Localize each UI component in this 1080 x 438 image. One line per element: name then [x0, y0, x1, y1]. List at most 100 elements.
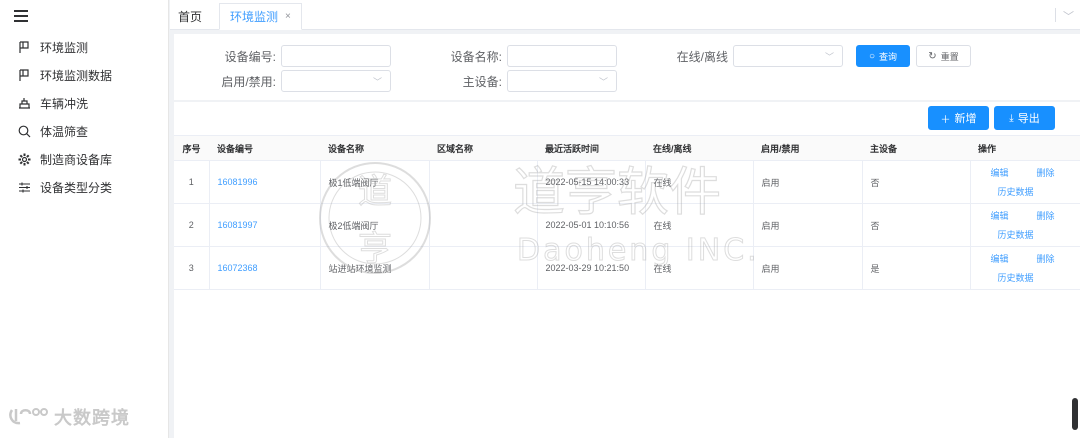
- gear-icon: [17, 152, 31, 166]
- device-no-input[interactable]: [281, 45, 391, 67]
- table-row: 3 16072368 站进站环境监测 2022-03-29 10:21:50 在…: [174, 246, 1080, 290]
- menu-toggle-icon[interactable]: [14, 10, 28, 24]
- cell-ops: 编辑 删除 历史数据: [970, 203, 1080, 247]
- column-header: 启用/禁用: [753, 135, 862, 161]
- enable-field: 启用/禁用: ﹀: [218, 70, 391, 92]
- chevron-down-icon[interactable]: ﹀: [1063, 8, 1074, 24]
- cell-area: [429, 203, 538, 247]
- divider: [1055, 8, 1056, 22]
- chevron-down-icon: ﹀: [372, 77, 382, 87]
- cell-ops: 编辑 删除 历史数据: [970, 246, 1080, 290]
- sidebar-item-env-monitor-data[interactable]: 环境监测数据: [0, 61, 168, 89]
- cell-index: 1: [174, 160, 210, 204]
- cell-enabled: 启用: [753, 203, 863, 247]
- device-name-label: 设备名称:: [450, 49, 502, 64]
- device-no-field: 设备编号:: [224, 45, 391, 67]
- device-name-field: 设备名称:: [450, 45, 617, 67]
- export-button[interactable]: ⤓ 导出: [994, 106, 1055, 130]
- column-header: 最近活跃时间: [537, 135, 645, 161]
- query-button[interactable]: ○ 查询: [856, 45, 910, 67]
- cell-device-name: 极2低端阀厅: [320, 203, 430, 247]
- sidebar-item-label: 车辆冲洗: [40, 96, 89, 111]
- history-link[interactable]: 历史数据: [998, 185, 1034, 198]
- cell-online: 在线: [645, 160, 754, 204]
- add-button[interactable]: ＋新增: [928, 106, 989, 130]
- brand-icon: [9, 408, 48, 425]
- cell-index: 2: [174, 203, 210, 247]
- sidebar-item-label: 设备类型分类: [40, 180, 113, 195]
- table-row: 1 16081996 极1低端阀厅 2022-05-15 14:00:33 在线…: [174, 160, 1080, 204]
- cell-area: [429, 160, 538, 204]
- sidebar-item-temp-screen[interactable]: 体温筛查: [0, 117, 168, 145]
- flag-icon: [17, 68, 31, 82]
- column-header: 设备名称: [320, 135, 429, 161]
- column-header: 序号: [174, 135, 209, 161]
- cell-area: [429, 246, 538, 290]
- chevron-down-icon: ﹀: [824, 52, 834, 62]
- cell-device-no-link[interactable]: 16081996: [209, 160, 321, 204]
- tab-label: 首页: [178, 9, 203, 24]
- add-button-label: 新增: [954, 113, 977, 125]
- cell-ops: 编辑 删除 历史数据: [970, 160, 1080, 204]
- sliders-icon: [17, 180, 31, 194]
- edit-link[interactable]: 编辑: [991, 166, 1009, 179]
- online-label: 在线/离线: [676, 49, 728, 64]
- sidebar-item-vehicle-wash[interactable]: 车辆冲洗: [0, 89, 168, 117]
- cell-last-active: 2022-05-01 10:10:56: [537, 203, 646, 247]
- search-icon: ○: [868, 50, 876, 62]
- download-icon: ⤓: [1009, 112, 1014, 124]
- tab-label: 环境监测: [230, 10, 279, 24]
- cell-online: 在线: [645, 246, 754, 290]
- history-link[interactable]: 历史数据: [998, 228, 1034, 241]
- sidebar: 环境监测 环境监测数据 车辆冲洗 体温筛查 制造商设备库 设备类型分类 大数跨境: [0, 0, 169, 438]
- query-button-label: 查询: [879, 51, 898, 62]
- reset-button[interactable]: ↻ 重置: [916, 45, 971, 67]
- sidebar-item-label: 环境监测数据: [40, 68, 113, 83]
- brand-logo: 大数跨境: [8, 404, 130, 430]
- column-header: 主设备: [862, 135, 970, 161]
- enable-select[interactable]: ﹀: [281, 70, 391, 92]
- table-row: 2 16081997 极2低端阀厅 2022-05-01 10:10:56 在线…: [174, 203, 1080, 247]
- cell-online: 在线: [645, 203, 754, 247]
- sidebar-item-device-type[interactable]: 设备类型分类: [0, 173, 168, 201]
- brand-name: 大数跨境: [54, 408, 130, 428]
- column-header: 区域名称: [429, 135, 537, 161]
- delete-link[interactable]: 删除: [1037, 209, 1055, 222]
- delete-link[interactable]: 删除: [1037, 252, 1055, 265]
- search-icon: [17, 124, 31, 138]
- sidebar-item-label: 制造商设备库: [40, 152, 113, 167]
- cell-device-no-link[interactable]: 16072368: [209, 246, 321, 290]
- edit-link[interactable]: 编辑: [991, 252, 1009, 265]
- delete-link[interactable]: 删除: [1037, 166, 1055, 179]
- cell-enabled: 启用: [753, 160, 863, 204]
- scrollbar-thumb[interactable]: [1072, 398, 1078, 430]
- refresh-icon: ↻: [928, 50, 937, 62]
- edit-link[interactable]: 编辑: [991, 209, 1009, 222]
- close-icon[interactable]: ×: [285, 11, 291, 22]
- cell-last-active: 2022-05-15 14:00:33: [537, 160, 646, 204]
- device-name-input[interactable]: [507, 45, 617, 67]
- table-header: 序号 设备编号 设备名称 区域名称 最近活跃时间 在线/离线 启用/禁用 主设备…: [174, 135, 1080, 161]
- cell-index: 3: [174, 246, 210, 290]
- master-select[interactable]: ﹀: [507, 70, 617, 92]
- sidebar-item-manufacturer-lib[interactable]: 制造商设备库: [0, 145, 168, 173]
- cell-master: 是: [862, 246, 971, 290]
- search-form: 设备编号: 设备名称: 在线/离线 ﹀ ○ 查询 ↻ 重置 启用/禁用: ﹀ 主设备…: [174, 34, 1080, 100]
- column-header: 设备编号: [209, 135, 320, 161]
- device-table: 序号 设备编号 设备名称 区域名称 最近活跃时间 在线/离线 启用/禁用 主设备…: [174, 135, 1080, 290]
- cell-last-active: 2022-03-29 10:21:50: [537, 246, 646, 290]
- sidebar-item-env-monitor[interactable]: 环境监测: [0, 33, 168, 61]
- cell-device-name: 极1低端阀厅: [320, 160, 430, 204]
- cell-device-name: 站进站环境监测: [320, 246, 430, 290]
- chevron-down-icon: ﹀: [598, 77, 608, 87]
- history-link[interactable]: 历史数据: [998, 271, 1034, 284]
- sidebar-item-label: 环境监测: [40, 40, 89, 55]
- washer-icon: [17, 96, 31, 110]
- cell-device-no-link[interactable]: 16081997: [209, 203, 321, 247]
- main-content: 设备编号: 设备名称: 在线/离线 ﹀ ○ 查询 ↻ 重置 启用/禁用: ﹀ 主设备…: [174, 34, 1080, 438]
- tab-home[interactable]: 首页: [178, 4, 202, 28]
- online-select[interactable]: ﹀: [733, 45, 843, 67]
- sidebar-item-label: 体温筛查: [40, 124, 89, 139]
- export-button-label: 导出: [1017, 113, 1040, 125]
- tab-env-monitor[interactable]: 环境监测 ×: [219, 3, 302, 30]
